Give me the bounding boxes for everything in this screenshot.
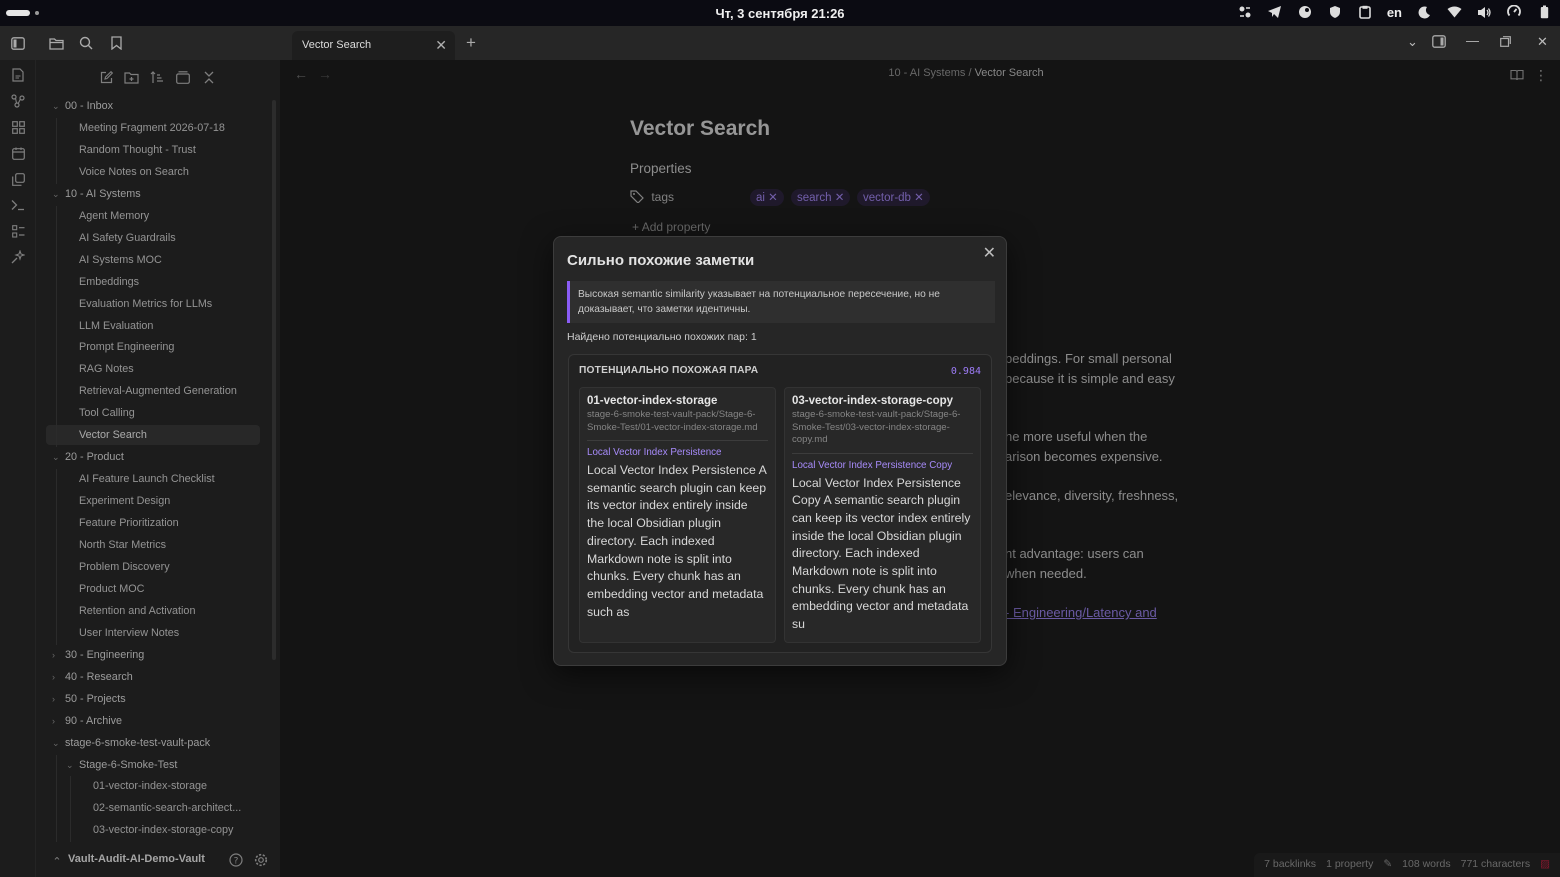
system-tray: en: [1237, 4, 1552, 20]
pair-note-snippet: Local Vector Index Persistence Copy A se…: [792, 475, 971, 632]
chevron-down-icon[interactable]: ⌄: [1407, 34, 1418, 50]
battery-icon[interactable]: [1536, 4, 1552, 20]
new-tab-button[interactable]: +: [466, 33, 476, 53]
info-callout: Высокая semantic similarity указывает на…: [567, 281, 995, 323]
divider: [792, 452, 973, 454]
pair-note-section[interactable]: Local Vector Index Persistence Copy: [792, 460, 973, 471]
bookmark-icon[interactable]: [107, 34, 125, 52]
volume-icon[interactable]: [1476, 4, 1492, 20]
keyboard-layout[interactable]: en: [1387, 4, 1402, 20]
pair-note-path: stage-6-smoke-test-vault-pack/Stage-6-Sm…: [792, 409, 961, 445]
modal-backdrop: [0, 60, 280, 877]
tweaks-icon[interactable]: [1237, 4, 1253, 20]
night-light-icon[interactable]: [1416, 4, 1432, 20]
similar-pair-card: ПОТЕНЦИАЛЬНО ПОХОЖАЯ ПАРА 0.984 01-vecto…: [568, 354, 992, 653]
right-sidebar-toggle-icon[interactable]: [1432, 35, 1446, 51]
pair-note-title[interactable]: 03-vector-index-storage-copy: [792, 395, 973, 407]
sidebar-toggle-icon[interactable]: [9, 34, 27, 52]
tab-vector-search[interactable]: Vector Search ✕: [292, 31, 455, 60]
close-icon[interactable]: ✕: [983, 243, 996, 263]
close-icon[interactable]: ✕: [435, 37, 447, 54]
pair-note-path: stage-6-smoke-test-vault-pack/Stage-6-Sm…: [587, 409, 758, 433]
modal-title: Сильно похожие заметки: [567, 252, 755, 269]
pair-heading: ПОТЕНЦИАЛЬНО ПОХОЖАЯ ПАРА: [579, 365, 759, 376]
close-window-button[interactable]: ✕: [1537, 34, 1548, 50]
telegram-icon[interactable]: [1267, 4, 1283, 20]
steam-icon[interactable]: [1297, 4, 1313, 20]
minimize-button[interactable]: —: [1466, 33, 1479, 48]
pair-note-title[interactable]: 01-vector-index-storage: [587, 395, 768, 407]
wifi-icon[interactable]: [1446, 4, 1462, 20]
pair-note-right[interactable]: 03-vector-index-storage-copy stage-6-smo…: [784, 387, 981, 643]
system-top-bar: Чт, 3 сентября 21:26 en: [0, 0, 1560, 26]
search-icon[interactable]: [77, 34, 95, 52]
app-title-bar: [0, 26, 1560, 60]
folder-icon[interactable]: [47, 34, 65, 52]
similar-notes-modal: ✕ Сильно похожие заметки Высокая semanti…: [553, 236, 1007, 666]
pair-note-snippet: Local Vector Index Persistence A semanti…: [587, 463, 767, 619]
tab-label: Vector Search: [302, 39, 372, 51]
similarity-score: 0.984: [950, 366, 981, 377]
clipboard-icon[interactable]: [1357, 4, 1373, 20]
power-profile-icon[interactable]: [1506, 4, 1522, 20]
divider: [587, 440, 768, 441]
shield-vpn-icon[interactable]: [1327, 4, 1343, 20]
pair-note-left[interactable]: 01-vector-index-storage stage-6-smoke-te…: [579, 387, 776, 643]
pair-note-section[interactable]: Local Vector Index Persistence: [587, 447, 768, 458]
found-pairs-count: Найдено потенциально похожих пар: 1: [567, 331, 757, 343]
maximize-button[interactable]: [1500, 35, 1511, 50]
sidebar-toolbar: [0, 26, 280, 60]
